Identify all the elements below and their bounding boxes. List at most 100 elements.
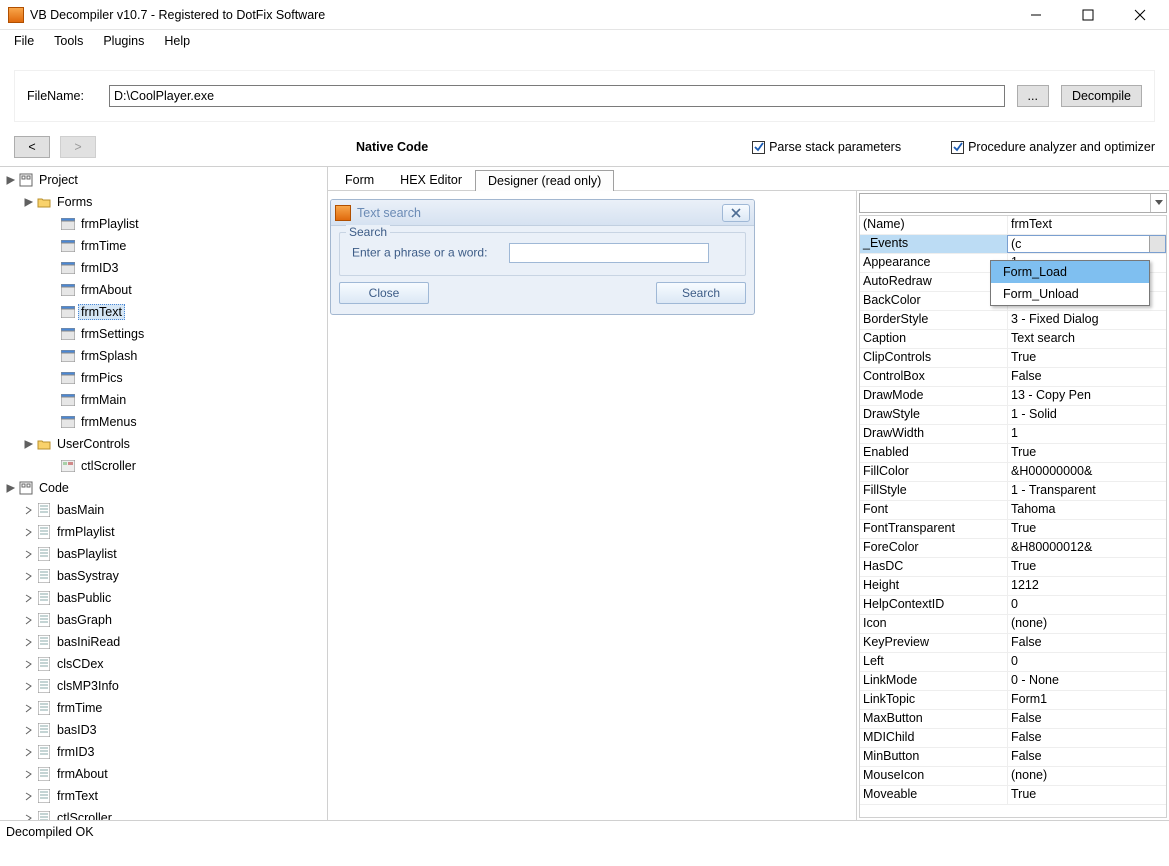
caret-icon[interactable] (22, 614, 34, 626)
property-value[interactable]: &H00000000& (1007, 463, 1166, 481)
caret-icon[interactable] (22, 812, 34, 820)
caret-icon[interactable] (22, 680, 34, 692)
menu-plugins[interactable]: Plugins (95, 32, 152, 50)
tree-code-item[interactable]: frmAbout (4, 763, 327, 785)
tree-code-item[interactable]: clsCDex (4, 653, 327, 675)
property-value[interactable]: (none) (1007, 767, 1166, 785)
property-value[interactable]: 1 - Solid (1007, 406, 1166, 424)
events-dropdown[interactable]: Form_Load Form_Unload (990, 260, 1150, 306)
tree-code-item[interactable]: frmTime (4, 697, 327, 719)
property-row[interactable]: DrawWidth1 (860, 425, 1166, 444)
tree-forms[interactable]: Forms (4, 191, 327, 213)
tree-form-item[interactable]: frmID3 (4, 257, 327, 279)
project-tree[interactable]: Project Forms frmPlaylistfrmTimefrmID3fr… (0, 167, 328, 820)
property-value[interactable]: 1 - Transparent (1007, 482, 1166, 500)
form-close-button[interactable]: Close (339, 282, 429, 304)
caret-icon[interactable] (22, 504, 34, 516)
tree-code-item[interactable]: ctlScroller (4, 807, 327, 820)
filename-input[interactable] (109, 85, 1005, 107)
caret-icon[interactable] (22, 592, 34, 604)
property-row[interactable]: Icon(none) (860, 615, 1166, 634)
property-row[interactable]: ControlBoxFalse (860, 368, 1166, 387)
caret-icon[interactable] (22, 702, 34, 714)
caret-icon[interactable] (22, 658, 34, 670)
property-row[interactable]: DrawMode13 - Copy Pen (860, 387, 1166, 406)
property-row[interactable]: ForeColor&H80000012& (860, 539, 1166, 558)
property-value[interactable]: 0 (1007, 653, 1166, 671)
property-row[interactable]: HelpContextID0 (860, 596, 1166, 615)
tree-code-item[interactable]: basID3 (4, 719, 327, 741)
property-value[interactable]: 13 - Copy Pen (1007, 387, 1166, 405)
caret-icon[interactable] (22, 768, 34, 780)
property-value[interactable]: True (1007, 786, 1166, 804)
tree-form-item[interactable]: frmTime (4, 235, 327, 257)
caret-icon[interactable] (22, 570, 34, 582)
property-value[interactable]: frmText (1007, 216, 1166, 234)
tree-code-item[interactable]: basSystray (4, 565, 327, 587)
tree-usercontrols[interactable]: UserControls (4, 433, 327, 455)
parse-stack-checkbox[interactable]: Parse stack parameters (752, 140, 901, 154)
tree-code-item[interactable]: frmText (4, 785, 327, 807)
property-row[interactable]: EnabledTrue (860, 444, 1166, 463)
property-value[interactable]: True (1007, 558, 1166, 576)
property-row[interactable]: HasDCTrue (860, 558, 1166, 577)
property-row[interactable]: _Events(c (860, 235, 1166, 254)
property-value[interactable]: Text search (1007, 330, 1166, 348)
caret-icon[interactable] (22, 724, 34, 736)
tree-project[interactable]: Project (4, 169, 327, 191)
tree-code-item[interactable]: basMain (4, 499, 327, 521)
tree-code-item[interactable]: clsMP3Info (4, 675, 327, 697)
tree-uc-item[interactable]: ctlScroller (4, 455, 327, 477)
property-value[interactable]: 1212 (1007, 577, 1166, 595)
property-value[interactable]: Form1 (1007, 691, 1166, 709)
caret-icon[interactable] (22, 548, 34, 560)
designer-form-window[interactable]: Text search Search Enter a phrase or a w… (330, 199, 755, 315)
tab-hex[interactable]: HEX Editor (387, 169, 475, 190)
tree-code-item[interactable]: basGraph (4, 609, 327, 631)
property-row[interactable]: Height1212 (860, 577, 1166, 596)
menu-help[interactable]: Help (156, 32, 198, 50)
property-value[interactable]: 3 - Fixed Dialog (1007, 311, 1166, 329)
close-button[interactable] (1123, 4, 1157, 26)
property-row[interactable]: FillColor&H00000000& (860, 463, 1166, 482)
property-value[interactable]: (c (1007, 235, 1166, 253)
events-option-load[interactable]: Form_Load (991, 261, 1149, 283)
property-row[interactable]: CaptionText search (860, 330, 1166, 349)
tab-designer[interactable]: Designer (read only) (475, 170, 614, 191)
property-row[interactable]: MDIChildFalse (860, 729, 1166, 748)
tree-code[interactable]: Code (4, 477, 327, 499)
property-value[interactable]: Tahoma (1007, 501, 1166, 519)
tree-form-item[interactable]: frmPics (4, 367, 327, 389)
caret-icon[interactable] (4, 174, 16, 186)
tree-form-item[interactable]: frmSplash (4, 345, 327, 367)
caret-icon[interactable] (22, 790, 34, 802)
tree-form-item[interactable]: frmPlaylist (4, 213, 327, 235)
menu-file[interactable]: File (6, 32, 42, 50)
caret-icon[interactable] (22, 526, 34, 538)
property-row[interactable]: MaxButtonFalse (860, 710, 1166, 729)
tree-form-item[interactable]: frmMain (4, 389, 327, 411)
caret-icon[interactable] (22, 746, 34, 758)
property-row[interactable]: Left0 (860, 653, 1166, 672)
property-value[interactable]: False (1007, 748, 1166, 766)
property-value[interactable]: 0 (1007, 596, 1166, 614)
property-value[interactable]: 1 (1007, 425, 1166, 443)
caret-icon[interactable] (22, 196, 34, 208)
component-selector[interactable] (859, 193, 1167, 213)
decompile-button[interactable]: Decompile (1061, 85, 1142, 107)
property-value[interactable]: False (1007, 729, 1166, 747)
caret-icon[interactable] (22, 438, 34, 450)
property-value[interactable]: True (1007, 520, 1166, 538)
tree-form-item[interactable]: frmAbout (4, 279, 327, 301)
proc-optimizer-checkbox[interactable]: Procedure analyzer and optimizer (951, 140, 1155, 154)
property-row[interactable]: LinkMode0 - None (860, 672, 1166, 691)
property-value[interactable]: False (1007, 710, 1166, 728)
property-value[interactable]: 0 - None (1007, 672, 1166, 690)
property-row[interactable]: MinButtonFalse (860, 748, 1166, 767)
property-value[interactable]: True (1007, 349, 1166, 367)
property-row[interactable]: DrawStyle1 - Solid (860, 406, 1166, 425)
search-input[interactable] (509, 243, 709, 263)
property-row[interactable]: MouseIcon(none) (860, 767, 1166, 786)
property-row[interactable]: FontTahoma (860, 501, 1166, 520)
caret-icon[interactable] (4, 482, 16, 494)
